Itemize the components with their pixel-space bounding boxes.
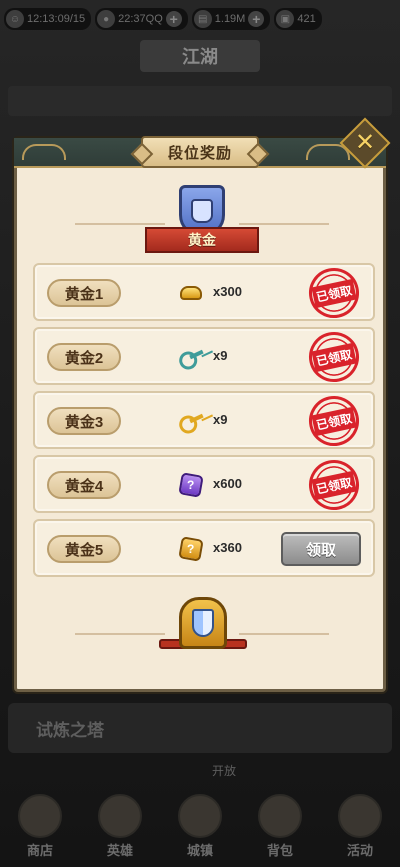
nav-label: 英雄 bbox=[106, 843, 133, 858]
close-icon: ✕ bbox=[354, 128, 376, 156]
resource-value: 1.19M bbox=[214, 13, 246, 25]
avatar-icon: ☺ bbox=[6, 10, 24, 28]
reward-row: 黄金4 ? x600 已领取 bbox=[33, 455, 375, 515]
add-coins-button[interactable]: + bbox=[165, 11, 182, 27]
nav-shop[interactable]: 商店 bbox=[10, 794, 70, 859]
claimed-stamp: 已领取 bbox=[304, 455, 364, 515]
reward-quantity: x9 bbox=[213, 412, 228, 427]
purple-gem-icon: ? bbox=[177, 471, 205, 499]
resource-value: 421 bbox=[297, 13, 316, 25]
nav-event[interactable]: 活动 bbox=[330, 794, 390, 859]
scroll-icon: ▤ bbox=[193, 10, 212, 28]
nav-label: 城镇 bbox=[186, 843, 213, 858]
reward-row: 黄金1 x300 已领取 bbox=[33, 263, 375, 323]
town-icon bbox=[178, 794, 222, 838]
resource-bar: ☺ 12:13:09/15 ● 22:37QQ + ▤ 1.19M + ▣ 42… bbox=[0, 0, 400, 38]
claimed-stamp: 已领取 bbox=[304, 391, 364, 451]
rank-reward-dialog: 段位奖励 ✕ 黄金 黄金1 x300 已领取 黄金2 x9 已领取 黄金3 x9… bbox=[14, 117, 391, 692]
resource-coins: ● 22:37QQ + bbox=[95, 8, 188, 30]
dialog-title: 段位奖励 bbox=[141, 136, 259, 168]
divider-right-bottom bbox=[239, 631, 329, 637]
reward-list: 黄金1 x300 已领取 黄金2 x9 已领取 黄金3 x9 已领取 黄金4 ?… bbox=[33, 263, 375, 583]
page-title: 江湖 bbox=[140, 40, 260, 72]
resource-value: 12:13:09/15 bbox=[27, 13, 86, 25]
chest-icon: ▣ bbox=[276, 10, 295, 28]
sword-shield-icon bbox=[179, 597, 227, 649]
shop-icon bbox=[18, 794, 62, 838]
nav-hero[interactable]: 英雄 bbox=[90, 794, 150, 859]
tier-label: 黄金3 bbox=[47, 407, 121, 435]
tier-label: 黄金4 bbox=[47, 471, 121, 499]
trial-tower-label: 试炼之塔 bbox=[36, 721, 104, 740]
bag-icon bbox=[258, 794, 302, 838]
event-icon bbox=[338, 794, 382, 838]
resource-stamina: ☺ 12:13:09/15 bbox=[4, 8, 92, 30]
reward-row: 黄金3 x9 已领取 bbox=[33, 391, 375, 451]
coin-icon: ● bbox=[97, 10, 116, 28]
nav-label: 商店 bbox=[26, 843, 53, 858]
claimed-stamp: 已领取 bbox=[304, 327, 364, 387]
resource-scrolls: ▤ 1.19M + bbox=[191, 8, 271, 30]
nav-label: 背包 bbox=[266, 843, 293, 858]
rank-name: 黄金 bbox=[145, 227, 259, 253]
resource-value: 22:37QQ bbox=[118, 13, 163, 25]
hero-icon bbox=[98, 794, 142, 838]
teal-key-icon bbox=[177, 343, 205, 371]
reward-quantity: x360 bbox=[213, 540, 242, 555]
claimed-stamp: 已领取 bbox=[304, 263, 364, 323]
reward-quantity: x300 bbox=[213, 284, 242, 299]
tier-label: 黄金2 bbox=[47, 343, 121, 371]
tier-label: 黄金5 bbox=[47, 535, 121, 563]
nav-town[interactable]: 城镇 bbox=[170, 794, 230, 859]
gold-gem-icon: ? bbox=[177, 535, 205, 563]
background-banner bbox=[8, 86, 392, 116]
gold-ingot-icon bbox=[177, 279, 205, 307]
reward-row: 黄金2 x9 已领取 bbox=[33, 327, 375, 387]
claim-button[interactable]: 领取 bbox=[281, 532, 361, 566]
reward-row: 黄金5 ? x360 领取 bbox=[33, 519, 375, 577]
bottom-nav: 商店 英雄 城镇 背包 活动 bbox=[0, 777, 400, 867]
tier-label: 黄金1 bbox=[47, 279, 121, 307]
reward-quantity: x600 bbox=[213, 476, 242, 491]
nav-label: 活动 bbox=[346, 843, 373, 858]
reward-quantity: x9 bbox=[213, 348, 228, 363]
divider-left-bottom bbox=[75, 631, 165, 637]
nav-bag[interactable]: 背包 bbox=[250, 794, 310, 859]
gold-key-icon bbox=[177, 407, 205, 435]
resource-chests: ▣ 421 bbox=[274, 8, 322, 30]
add-scrolls-button[interactable]: + bbox=[248, 11, 265, 27]
